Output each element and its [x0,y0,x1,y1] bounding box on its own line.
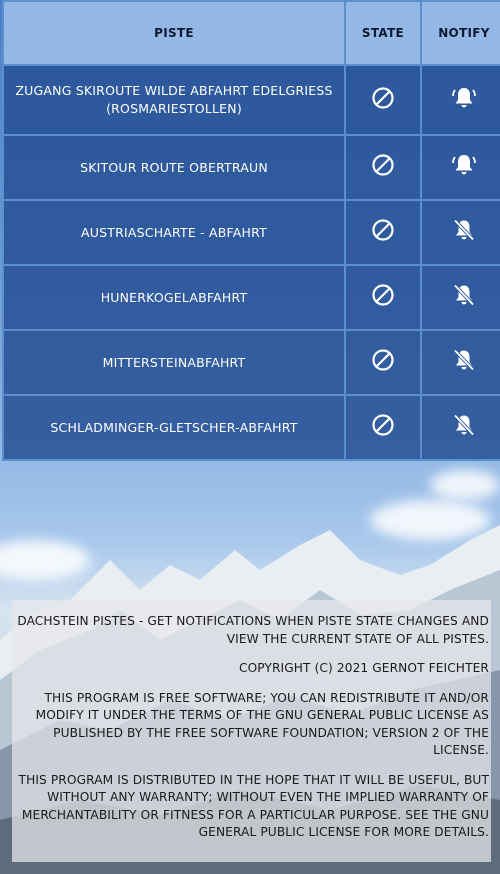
state-cell [344,199,422,266]
piste-name: SKITOUR ROUTE OBERTRAUN [2,134,346,201]
notify-cell [420,394,500,461]
notify-cell [420,329,500,396]
license-footer: DACHSTEIN PISTES - GET NOTIFICATIONS WHE… [12,600,491,862]
notify-cell [420,64,500,136]
state-column-header[interactable]: STATE [344,0,422,66]
piste-column-header[interactable]: PISTE [2,0,346,66]
table-row[interactable]: HUNERKOGELABFAHRT [2,264,500,331]
notify-column-header[interactable]: NOTIFY [420,0,500,66]
notify-cell [420,264,500,331]
piste-name: AUSTRIASCHARTE - ABFAHRT [2,199,346,266]
piste-table-container: PISTE STATE NOTIFY ZUGANG SKIROUTE WILDE… [2,0,500,461]
bell-off-icon[interactable] [452,413,476,442]
closed-icon [371,86,395,115]
table-row[interactable]: MITTERSTEINABFAHRT [2,329,500,396]
piste-name: HUNERKOGELABFAHRT [2,264,346,331]
table-row[interactable]: SKITOUR ROUTE OBERTRAUN [2,134,500,201]
bell-off-icon[interactable] [452,218,476,247]
table-row[interactable]: AUSTRIASCHARTE - ABFAHRT [2,199,500,266]
notify-cell [420,134,500,201]
table-row[interactable]: ZUGANG SKIROUTE WILDE ABFAHRT EDELGRIESS… [2,64,500,136]
bell-off-icon[interactable] [452,283,476,312]
bell-on-icon[interactable] [451,86,477,115]
notify-cell [420,199,500,266]
closed-icon [371,218,395,247]
bell-on-icon[interactable] [451,153,477,182]
table-row[interactable]: SCHLADMINGER-GLETSCHER-ABFAHRT [2,394,500,461]
closed-icon [371,413,395,442]
copyright-text: COPYRIGHT (C) 2021 GERNOT FEICHTER [238,661,489,675]
closed-icon [371,153,395,182]
license-text: THIS PROGRAM IS FREE SOFTWARE; YOU CAN R… [35,690,489,758]
piste-table: PISTE STATE NOTIFY ZUGANG SKIROUTE WILDE… [2,0,500,461]
piste-name: MITTERSTEINABFAHRT [2,329,346,396]
closed-icon [371,283,395,312]
table-header-row: PISTE STATE NOTIFY [2,0,500,66]
piste-name: ZUGANG SKIROUTE WILDE ABFAHRT EDELGRIESS… [2,64,346,136]
closed-icon [371,348,395,377]
state-cell [344,329,422,396]
state-cell [344,134,422,201]
state-cell [344,64,422,136]
state-cell [344,264,422,331]
state-cell [344,394,422,461]
bell-off-icon[interactable] [452,348,476,377]
piste-name: SCHLADMINGER-GLETSCHER-ABFAHRT [2,394,346,461]
warranty-text: THIS PROGRAM IS DISTRIBUTED IN THE HOPE … [18,772,489,840]
app-description: DACHSTEIN PISTES - GET NOTIFICATIONS WHE… [17,614,489,646]
